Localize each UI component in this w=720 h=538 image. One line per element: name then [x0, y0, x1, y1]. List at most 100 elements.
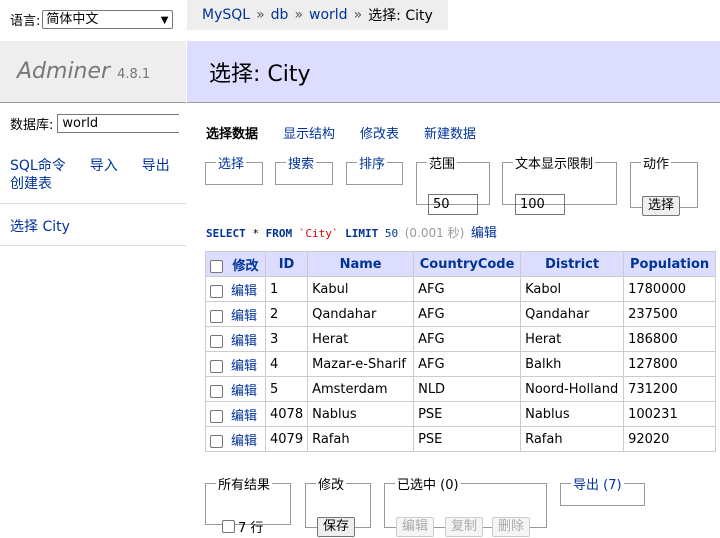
cell-population: 1780000 [623, 276, 717, 302]
row-select-cell: 编辑 [205, 376, 266, 402]
sql-query-line: SELECT * FROM `City` LIMIT 50 (0.001 秒) … [206, 222, 497, 241]
edit-query-link[interactable]: 编辑 [471, 226, 497, 241]
sql-table-name: `City` [298, 227, 339, 240]
row-checkbox[interactable] [210, 334, 223, 348]
cell-id: 5 [264, 376, 309, 402]
clone-selected-button[interactable]: 复制 [445, 517, 484, 537]
database-row: 数据库: world [10, 114, 180, 133]
cell-id: 1 [264, 276, 309, 302]
export-fieldset: 导出 (7) [560, 474, 645, 506]
breadcrumb-db[interactable]: db [271, 7, 289, 23]
sql-command-link[interactable]: SQL命令 [10, 157, 66, 175]
table-header-row: 修改 ID Name CountryCode District Populati… [205, 251, 717, 277]
cell-district: Rafah [520, 426, 625, 452]
header-district[interactable]: District [520, 251, 625, 277]
select-all-checkbox[interactable] [210, 259, 223, 273]
cell-district: Kabol [520, 276, 625, 302]
row-checkbox[interactable] [210, 309, 223, 323]
save-button[interactable]: 保存 [317, 517, 356, 537]
row-checkbox[interactable] [210, 409, 223, 423]
search-fieldset: 搜索 [275, 153, 333, 185]
sort-link[interactable]: 排序 [359, 157, 385, 172]
delete-selected-button[interactable]: 删除 [492, 517, 531, 537]
row-edit-link[interactable]: 编辑 [231, 309, 257, 324]
row-edit-link[interactable]: 编辑 [231, 434, 257, 449]
row-select-cell: 编辑 [205, 401, 266, 427]
header-id[interactable]: ID [264, 251, 309, 277]
search-link[interactable]: 搜索 [288, 157, 314, 172]
cell-name: Mazar-e-Sharif [307, 351, 415, 377]
row-edit-link[interactable]: 编辑 [231, 384, 257, 399]
cell-population: 127800 [623, 351, 717, 377]
modify-label: 修改 [318, 478, 345, 493]
rows-count: 7 行 [238, 521, 264, 536]
language-select-value: 简体中文 [46, 12, 99, 27]
row-edit-link[interactable]: 编辑 [231, 359, 257, 374]
text-length-label: 文本显示限制 [515, 157, 594, 172]
row-edit-link[interactable]: 编辑 [231, 284, 257, 299]
select-columns-link[interactable]: 选择 [218, 157, 244, 172]
limit-label: 范围 [429, 157, 456, 172]
export-results-link[interactable]: 导出 (7) [573, 478, 622, 493]
table-link-city[interactable]: 选择 City [10, 216, 70, 236]
row-checkbox[interactable] [210, 434, 223, 448]
table-row: 编辑 1 Kabul AFG Kabol 1780000 [205, 276, 717, 302]
app-logo[interactable]: Adminer [17, 59, 110, 84]
results-table: 修改 ID Name CountryCode District Populati… [205, 251, 717, 452]
action-links: 选择数据 显示结构 修改表 新建数据 [206, 123, 476, 142]
selected-label: 已选中 (0) [397, 478, 459, 493]
tab-alter-table[interactable]: 修改表 [360, 123, 399, 142]
header-population[interactable]: Population [623, 251, 717, 277]
row-edit-link[interactable]: 编辑 [231, 409, 257, 424]
modify-link[interactable]: 修改 [233, 259, 259, 274]
header-name[interactable]: Name [307, 251, 415, 277]
text-length-input[interactable]: 100 [515, 194, 565, 215]
select-submit-button[interactable]: 选择 [642, 196, 681, 216]
database-label: 数据库: [10, 118, 54, 133]
breadcrumb-separator: » [353, 7, 363, 23]
tab-new-item[interactable]: 新建数据 [424, 123, 476, 142]
limit-fieldset: 范围 50 [416, 153, 490, 215]
cell-population: 100231 [623, 401, 717, 427]
selected-fieldset: 已选中 (0) 编辑 复制 删除 [384, 474, 547, 537]
row-checkbox[interactable] [210, 359, 223, 373]
breadcrumb-separator: » [294, 7, 304, 23]
table-row: 编辑 4079 Rafah PSE Rafah 92020 [205, 426, 717, 452]
row-checkbox[interactable] [210, 384, 223, 398]
breadcrumb-world[interactable]: world [309, 7, 348, 23]
logo-bar: Adminer 4.8.1 [0, 41, 186, 103]
header-modify: 修改 [205, 251, 266, 277]
cell-district: Qandahar [520, 301, 625, 327]
language-label: 语言: [10, 14, 41, 29]
import-link[interactable]: 导入 [90, 157, 118, 175]
language-select[interactable]: 简体中文 ▼ [42, 10, 174, 29]
export-link[interactable]: 导出 [142, 157, 170, 175]
page-title-bar: 选择: City [187, 41, 720, 103]
row-select-cell: 编辑 [205, 276, 266, 302]
row-checkbox[interactable] [210, 284, 223, 298]
cell-country-code: AFG [413, 301, 522, 327]
database-select[interactable]: world [57, 114, 180, 133]
action-label: 动作 [643, 157, 670, 172]
all-results-label: 所有结果 [218, 478, 271, 493]
cell-population: 186800 [623, 326, 717, 352]
row-edit-link[interactable]: 编辑 [231, 334, 257, 349]
page-title: 选择: City [209, 61, 311, 87]
cell-population: 92020 [623, 426, 717, 452]
language-row: 语言: 简体中文 ▼ [10, 10, 174, 29]
limit-input[interactable]: 50 [428, 194, 478, 215]
table-row: 编辑 5 Amsterdam NLD Noord-Holland 731200 [205, 376, 717, 402]
edit-selected-button[interactable]: 编辑 [396, 517, 435, 537]
query-time: (0.001 秒) [404, 226, 465, 240]
cell-district: Noord-Holland [520, 376, 625, 402]
sql-keyword: FROM [265, 227, 293, 240]
breadcrumb-mysql[interactable]: MySQL [202, 7, 250, 23]
header-country-code[interactable]: CountryCode [413, 251, 522, 277]
tab-select-data[interactable]: 选择数据 [206, 123, 258, 142]
create-table-link[interactable]: 创建表 [10, 175, 52, 193]
cell-country-code: AFG [413, 351, 522, 377]
all-results-checkbox[interactable] [222, 520, 235, 533]
cell-population: 731200 [623, 376, 717, 402]
cell-country-code: PSE [413, 401, 522, 427]
tab-show-structure[interactable]: 显示结构 [283, 123, 335, 142]
